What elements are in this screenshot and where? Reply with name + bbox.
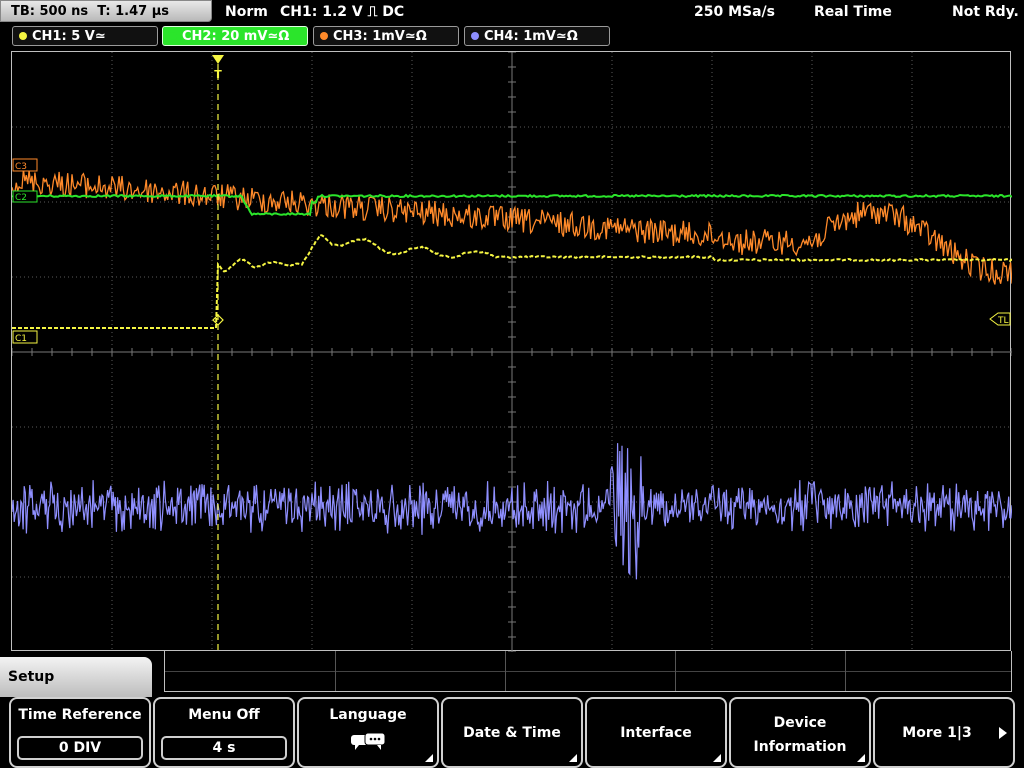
tab-ch2-label: CH2: 20 mV≃Ω (182, 29, 290, 44)
menu-title: Setup (0, 657, 152, 697)
time-reference-button[interactable]: Time Reference 0 DIV (9, 697, 151, 768)
more-label: More 1|3 (902, 724, 972, 741)
ch1-ground-marker[interactable]: C1 (12, 330, 38, 344)
device-information-label-line1: Device (773, 715, 827, 731)
language-label: Language (329, 707, 407, 723)
device-information-label-line2: Information (753, 739, 847, 755)
waveform-display[interactable]: T C3 C2 C1 TL (11, 51, 1012, 652)
tab-ch1-label: CH1: 5 V≃ (32, 29, 106, 44)
trigger-mode[interactable]: Norm (225, 0, 268, 24)
device-information-button[interactable]: Device Information (729, 697, 871, 768)
submenu-corner-icon (713, 754, 721, 762)
trigger-position-arrow-icon (212, 55, 224, 64)
date-time-button[interactable]: Date & Time (441, 697, 583, 768)
status-bar: TB: 500 ns T: 1.47 µs Norm CH1: 1.2 V ⎍ … (0, 0, 1024, 24)
acquisition-mode: Real Time (814, 4, 892, 20)
timebase-display[interactable]: TB: 500 ns T: 1.47 µs (0, 0, 212, 22)
language-button[interactable]: Language (297, 697, 439, 768)
zoom-strip (164, 651, 1012, 692)
menu-off-value: 4 s (161, 736, 287, 760)
tab-ch3[interactable]: CH3: 1mV≃Ω (313, 26, 459, 46)
more-button[interactable]: More 1|3 (873, 697, 1015, 768)
trigger-source[interactable]: CH1: 1.2 V ⎍ DC (280, 0, 404, 24)
interface-label: Interface (620, 724, 692, 741)
ch1-marker-label: C1 (15, 334, 27, 344)
ch2-ground-marker[interactable]: C2 (12, 190, 38, 203)
tab-ch3-label: CH3: 1mV≃Ω (333, 29, 427, 44)
trigger-status: Not Rdy. (952, 4, 1019, 20)
ch3-ground-marker[interactable]: C3 (12, 158, 38, 172)
tab-ch2[interactable]: CH2: 20 mV≃Ω (162, 26, 308, 46)
submenu-corner-icon (425, 754, 433, 762)
ch2-marker-label: C2 (15, 193, 27, 203)
date-time-label: Date & Time (463, 724, 561, 741)
ch3-marker-label: C3 (15, 162, 27, 172)
trigger-position-label: T (214, 68, 222, 81)
time-reference-value: 0 DIV (17, 736, 143, 760)
graticule[interactable]: T C3 C2 C1 TL (12, 52, 1012, 652)
interface-button[interactable]: Interface (585, 697, 727, 768)
tab-ch4-label: CH4: 1mV≃Ω (484, 29, 578, 44)
trigger-level-marker[interactable]: TL (989, 312, 1011, 326)
ch2-color-dot (169, 32, 177, 40)
grid-lines (12, 52, 1012, 652)
time-reference-label: Time Reference (18, 707, 142, 723)
menu-off-button[interactable]: Menu Off 4 s (153, 697, 295, 768)
ch3-color-dot (320, 32, 328, 40)
channel-tabs: CH1: 5 V≃ CH2: 20 mV≃Ω CH3: 1mV≃Ω CH4: 1… (0, 26, 1024, 48)
ch1-color-dot (19, 32, 27, 40)
tab-ch1[interactable]: CH1: 5 V≃ (12, 26, 158, 46)
speech-bubbles-icon (351, 732, 386, 750)
submenu-corner-icon (569, 754, 577, 762)
menu-off-label: Menu Off (188, 707, 260, 723)
sample-rate: 250 MSa/s (694, 4, 776, 20)
submenu-corner-icon (857, 754, 865, 762)
tab-ch4[interactable]: CH4: 1mV≃Ω (464, 26, 610, 46)
ch4-color-dot (471, 32, 479, 40)
next-page-arrow-icon (999, 727, 1007, 739)
trigger-level-label: TL (997, 316, 1009, 326)
